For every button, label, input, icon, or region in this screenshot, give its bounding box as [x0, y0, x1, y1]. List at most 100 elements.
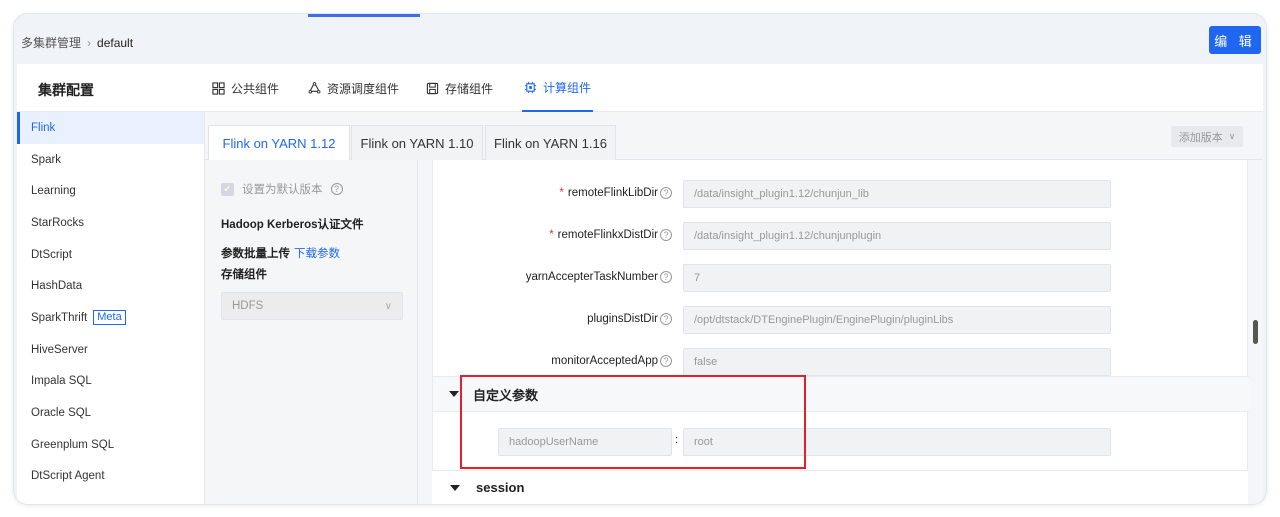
caret-down-icon: [450, 484, 460, 491]
custom-params-header[interactable]: 自定义参数: [433, 376, 1249, 412]
sidebar-item-impala-sql[interactable]: Impala SQL: [17, 366, 204, 398]
session-section-header[interactable]: session: [432, 470, 1248, 504]
breadcrumb-root[interactable]: 多集群管理: [21, 34, 81, 51]
tab-flink-yarn-1-16[interactable]: Flink on YARN 1.16: [485, 125, 616, 161]
question-icon[interactable]: ?: [660, 271, 672, 283]
tab-label: 资源调度组件: [327, 81, 400, 96]
main-tabs: 集群配置 公共组件 资源调度组件 存储组件 计算组件: [17, 64, 1263, 112]
sidebar-item-starrocks[interactable]: StarRocks: [17, 207, 204, 239]
meta-badge: Meta: [93, 310, 126, 326]
sidebar-item-learning[interactable]: Learning: [17, 175, 204, 207]
caret-down-icon: [449, 391, 459, 397]
storage-component-label: 存储组件: [221, 269, 267, 281]
tab-flink-yarn-1-10[interactable]: Flink on YARN 1.10: [351, 125, 483, 161]
plugins-dist-dir-input[interactable]: /opt/dtstack/DTEnginePlugin/EnginePlugin…: [683, 306, 1111, 334]
tab-compute-components[interactable]: 计算组件: [522, 64, 594, 112]
default-version-checkbox[interactable]: ✓ 设置为默认版本 ?: [221, 181, 343, 197]
version-tab-label: Flink on YARN 1.16: [494, 136, 607, 151]
app-window: 多集群管理 › default 编 辑 集群配置 公共组件 资源调度组件 存储组…: [14, 14, 1266, 504]
sidebar-item-label: Spark: [31, 153, 62, 166]
vertical-scrollbar[interactable]: [1253, 320, 1258, 344]
breadcrumb: 多集群管理 › default: [21, 34, 133, 51]
custom-param-key-input[interactable]: hadoopUserName: [498, 428, 672, 456]
required-mark: *: [549, 229, 554, 241]
sidebar-item-hiveserver[interactable]: HiveServer: [17, 334, 204, 366]
tab-label: 计算组件: [543, 80, 592, 95]
tab-common-components[interactable]: 公共组件: [212, 64, 279, 112]
question-icon[interactable]: ?: [660, 355, 672, 367]
config-form-area: * remoteFlinkLibDir ? /data/insight_plugi…: [418, 160, 1263, 504]
tab-resource-scheduling[interactable]: 资源调度组件: [308, 64, 399, 112]
sidebar-item-label: HiveServer: [31, 343, 88, 356]
sidebar-item-oracle-sql[interactable]: Oracle SQL: [17, 397, 204, 429]
sidebar-item-dtscript-agent[interactable]: DtScript Agent: [17, 461, 204, 493]
chevron-down-icon: ∨: [384, 300, 392, 312]
remote-flinkx-dist-dir-input[interactable]: /data/insight_plugin1.12/chunjunplugin: [683, 222, 1111, 250]
form-row-yarn-accepter-task-number: yarnAccepterTaskNumber ? 7: [433, 264, 1249, 292]
sidebar-item-label: StarRocks: [31, 216, 85, 229]
sidebar-item-spark[interactable]: Spark: [17, 144, 204, 176]
tab-flink-yarn-1-12[interactable]: Flink on YARN 1.12: [208, 125, 350, 161]
required-mark: *: [559, 187, 564, 199]
sidebar-item-label: Impala SQL: [31, 375, 92, 388]
field-label: pluginsDistDir: [587, 313, 658, 325]
batch-upload-row: 参数批量上传 下载参数: [221, 245, 340, 261]
sidebar-item-dtscript[interactable]: DtScript: [17, 239, 204, 271]
check-icon: ✓: [221, 182, 234, 196]
field-label: * remoteFlinkxDistDir: [549, 229, 658, 241]
batch-upload-label: 参数批量上传: [221, 248, 290, 260]
chip-icon: [524, 81, 537, 93]
version-settings-panel: ✓ 设置为默认版本 ? Hadoop Kerberos认证文件 参数批量上传 下载…: [205, 160, 418, 504]
yarn-accepter-task-number-input[interactable]: 7: [683, 264, 1111, 292]
add-version-label: 添加版本: [1178, 131, 1223, 144]
custom-param-value-input[interactable]: root: [683, 428, 1111, 456]
session-title: session: [476, 480, 525, 495]
remote-flink-lib-dir-input[interactable]: /data/insight_plugin1.12/chunjun_lib: [683, 180, 1111, 208]
storage-select-value: HDFS: [232, 300, 264, 312]
sidebar-item-label: HashData: [31, 280, 83, 293]
field-label-text: remoteFlinkLibDir: [567, 187, 658, 199]
chevron-right-icon: ›: [87, 35, 92, 50]
sidebar-item-greenplum-sql[interactable]: Greenplum SQL: [17, 429, 204, 461]
default-version-label: 设置为默认版本: [242, 184, 323, 196]
custom-param-separator: :: [675, 434, 679, 446]
sidebar-item-label: Oracle SQL: [31, 407, 92, 420]
question-icon[interactable]: ?: [660, 313, 672, 325]
save-icon: [426, 82, 439, 94]
question-icon[interactable]: ?: [330, 183, 343, 195]
kerberos-label: Hadoop Kerberos认证文件: [221, 219, 364, 231]
download-params-link[interactable]: 下载参数: [294, 248, 340, 260]
version-tab-label: Flink on YARN 1.12: [222, 136, 336, 151]
add-version-select[interactable]: 添加版本 ∨: [1171, 126, 1243, 147]
component-sidebar: Flink Spark Learning StarRocks DtScript …: [17, 112, 205, 504]
config-form: * remoteFlinkLibDir ? /data/insight_plugi…: [432, 160, 1249, 470]
breadcrumb-current: default: [97, 35, 134, 50]
form-row-remote-flinkx-dist-dir: * remoteFlinkxDistDir ? /data/insight_plu…: [433, 222, 1249, 250]
sidebar-item-flink[interactable]: Flink: [17, 112, 204, 144]
storage-component-select[interactable]: HDFS ∨: [221, 292, 403, 320]
monitor-accepted-app-input[interactable]: false: [683, 348, 1111, 376]
sidebar-item-label: Flink: [31, 121, 56, 134]
question-icon[interactable]: ?: [660, 187, 672, 199]
question-icon[interactable]: ?: [660, 229, 672, 241]
edit-button[interactable]: 编 辑: [1209, 26, 1261, 54]
version-tabs: Flink on YARN 1.12 Flink on YARN 1.10 Fl…: [205, 112, 1263, 161]
field-label: monitorAcceptedApp: [551, 355, 658, 367]
tab-storage-components[interactable]: 存储组件: [426, 64, 493, 112]
sidebar-item-hashdata[interactable]: HashData: [17, 270, 204, 302]
cluster-config-title: 集群配置: [38, 82, 94, 98]
tab-label: 公共组件: [231, 81, 280, 96]
sidebar-item-sparkthrift[interactable]: SparkThrift Meta: [17, 302, 204, 334]
form-row-monitor-accepted-app: monitorAcceptedApp ? false: [433, 348, 1249, 376]
field-label-text: remoteFlinkxDistDir: [557, 229, 658, 241]
cluster-icon: [308, 81, 321, 94]
field-label: * remoteFlinkLibDir: [559, 187, 658, 199]
main-content: 集群配置 公共组件 资源调度组件 存储组件 计算组件 Flink Spark L…: [17, 64, 1263, 504]
field-label: yarnAccepterTaskNumber: [525, 271, 658, 283]
form-row-remote-flink-lib-dir: * remoteFlinkLibDir ? /data/insight_plugi…: [433, 180, 1249, 208]
chevron-down-icon: ∨: [1228, 131, 1236, 141]
sidebar-item-label: DtScript: [31, 248, 72, 261]
custom-params-title: 自定义参数: [473, 387, 539, 403]
form-row-plugins-dist-dir: pluginsDistDir ? /opt/dtstack/DTEnginePl…: [433, 306, 1249, 334]
top-accent-bar: [308, 14, 420, 17]
